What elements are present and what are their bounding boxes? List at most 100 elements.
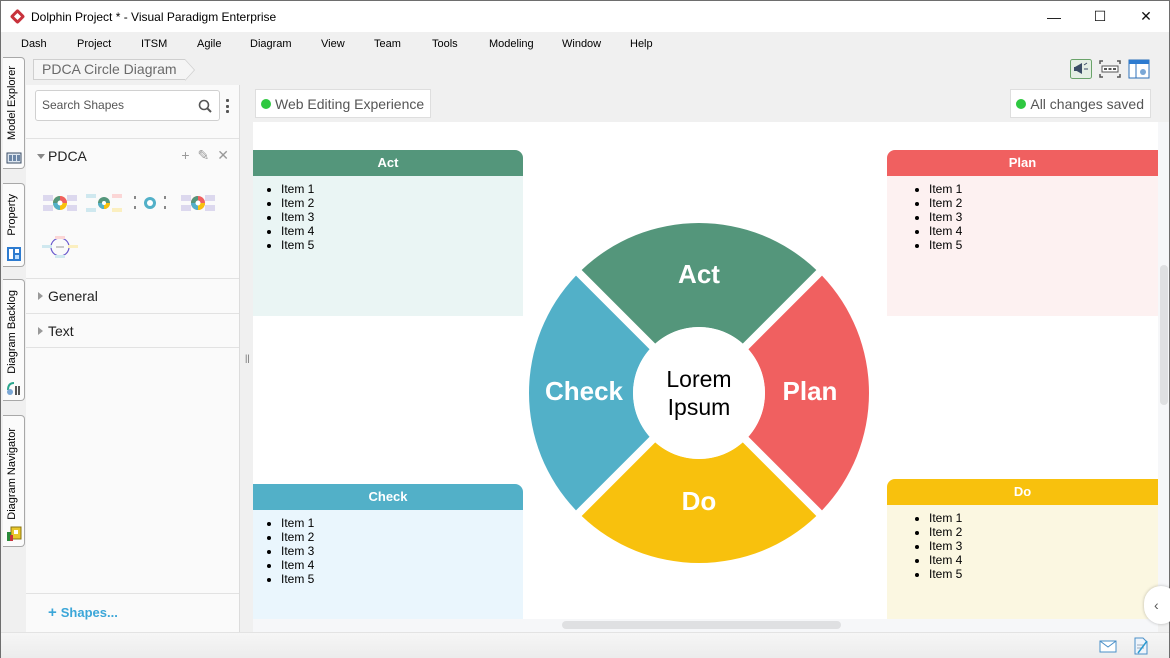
list-item: Item 2 <box>281 196 523 210</box>
collapse-panel-button[interactable]: ‹ <box>1144 586 1170 624</box>
mail-icon[interactable] <box>1099 637 1117 655</box>
center-text-line-1: Lorem <box>666 366 731 392</box>
segment-label-do: Do <box>682 486 717 516</box>
web-editing-label: Web Editing Experience <box>275 95 425 112</box>
chevron-left-icon: ‹ <box>1154 597 1159 613</box>
tab-model-explorer[interactable]: Model Explorer <box>3 57 25 169</box>
panel-splitter[interactable]: || <box>241 85 253 632</box>
layout-panel-icon[interactable] <box>1128 59 1150 79</box>
status-dot-icon <box>261 98 271 109</box>
breadcrumb-diagram-name: PDCA Circle Diagram <box>42 61 177 77</box>
canvas-header: Web Editing Experience All changes saved <box>253 85 1158 122</box>
center-text-line-2: Ipsum <box>668 394 731 420</box>
model-explorer-icon <box>6 152 22 164</box>
horizontal-scroll-thumb[interactable] <box>562 621 841 629</box>
card-act[interactable]: Act Item 1 Item 2 Item 3 Item 4 Item 5 <box>253 150 523 316</box>
search-shapes-input[interactable] <box>42 98 192 112</box>
category-general[interactable]: General <box>26 278 239 313</box>
category-text[interactable]: Text <box>26 313 239 348</box>
category-title[interactable]: Text <box>48 323 74 339</box>
menu-project[interactable]: Project <box>77 38 111 50</box>
vertical-scrollbar[interactable] <box>1158 122 1169 619</box>
card-body: Item 1 Item 2 Item 3 Item 4 Item 5 <box>887 176 1158 316</box>
menu-modeling[interactable]: Modeling <box>489 38 534 50</box>
more-options-icon[interactable] <box>224 99 230 113</box>
list-item: Item 4 <box>281 558 523 572</box>
list-item: Item 4 <box>281 224 523 238</box>
list-item: Item 1 <box>929 182 1158 196</box>
pdca-circle[interactable]: Act Plan Do Check Lorem Ipsum <box>523 218 887 566</box>
tab-diagram-backlog[interactable]: Diagram Backlog <box>3 279 25 401</box>
category-pdca: PDCA + ✎ ✕ <box>26 138 239 278</box>
maximize-button[interactable]: ☐ <box>1077 1 1123 32</box>
tab-diagram-navigator[interactable]: Diagram Navigator <box>3 415 25 547</box>
add-shapes-label: Shapes... <box>60 605 118 620</box>
save-status-badge: All changes saved <box>1010 89 1151 118</box>
menu-diagram[interactable]: Diagram <box>250 38 292 50</box>
announcement-icon[interactable] <box>1070 59 1092 79</box>
tab-label: Model Explorer <box>6 66 18 140</box>
menu-bar: Dash Project ITSM Agile Diagram View Tea… <box>1 32 1169 57</box>
close-button[interactable]: ✕ <box>1123 1 1169 32</box>
document-edit-icon[interactable] <box>1132 637 1150 655</box>
diagram-navigator-icon <box>7 526 22 541</box>
visual-paradigm-logo-icon <box>9 8 26 24</box>
pdca-shape-thumbnail[interactable] <box>42 235 78 259</box>
menu-view[interactable]: View <box>321 38 345 50</box>
add-icon[interactable]: + <box>181 147 189 164</box>
card-check[interactable]: Check Item 1 Item 2 Item 3 Item 4 Item 5 <box>253 484 523 619</box>
menu-agile[interactable]: Agile <box>197 38 221 50</box>
expand-caret-icon[interactable] <box>38 292 43 300</box>
list-item: Item 1 <box>929 511 1158 525</box>
card-body: Item 1 Item 2 Item 3 Item 4 Item 5 <box>253 510 523 619</box>
list-item: Item 1 <box>281 182 523 196</box>
divider <box>26 593 239 594</box>
tab-property[interactable]: Property <box>3 183 25 267</box>
menu-help[interactable]: Help <box>630 38 653 50</box>
pdca-shape-thumbnail[interactable] <box>132 191 168 215</box>
card-header: Act <box>253 150 523 176</box>
app-window: Dolphin Project * - Visual Paradigm Ente… <box>0 0 1170 658</box>
category-title[interactable]: PDCA <box>48 148 87 164</box>
list-item: Item 4 <box>929 553 1158 567</box>
window-title: Dolphin Project * - Visual Paradigm Ente… <box>31 9 277 24</box>
fit-diagram-icon[interactable] <box>1099 59 1121 79</box>
diagram-canvas[interactable]: Act Item 1 Item 2 Item 3 Item 4 Item 5 P… <box>253 122 1158 619</box>
list-item: Item 5 <box>929 238 1158 252</box>
edit-icon[interactable]: ✎ <box>198 147 210 164</box>
vertical-scroll-thumb[interactable] <box>1160 265 1168 405</box>
pdca-shape-thumbnail[interactable] <box>42 191 78 215</box>
tab-label: Diagram Backlog <box>6 290 18 374</box>
expand-caret-icon[interactable] <box>38 327 43 335</box>
pdca-shape-thumbnail[interactable] <box>180 191 216 215</box>
minimize-button[interactable]: — <box>1031 1 1077 32</box>
splitter-grip-icon: || <box>245 353 250 363</box>
collapse-caret-icon[interactable] <box>37 154 45 159</box>
pdca-shape-thumbnail[interactable] <box>86 191 122 215</box>
tab-label: Diagram Navigator <box>6 428 18 520</box>
menu-dash[interactable]: Dash <box>21 38 47 50</box>
status-dot-icon <box>1016 98 1027 109</box>
breadcrumb[interactable]: PDCA Circle Diagram <box>33 59 195 81</box>
side-tab-strip: Model Explorer Property Diagram Backlog … <box>1 57 26 632</box>
card-header: Plan <box>887 150 1158 176</box>
add-shapes-button[interactable]: + Shapes... <box>48 604 118 621</box>
title-bar: Dolphin Project * - Visual Paradigm Ente… <box>1 1 1169 32</box>
save-status-label: All changes saved <box>1030 95 1144 112</box>
list-item: Item 3 <box>929 210 1158 224</box>
card-header: Do <box>887 479 1158 505</box>
search-shapes-box <box>35 90 220 121</box>
menu-window[interactable]: Window <box>562 38 601 50</box>
web-editing-badge[interactable]: Web Editing Experience <box>255 89 432 118</box>
category-title[interactable]: General <box>48 288 98 304</box>
menu-itsm[interactable]: ITSM <box>141 38 167 50</box>
menu-tools[interactable]: Tools <box>432 38 458 50</box>
card-plan[interactable]: Plan Item 1 Item 2 Item 3 Item 4 Item 5 <box>887 150 1158 316</box>
menu-team[interactable]: Team <box>374 38 401 50</box>
search-icon[interactable] <box>198 99 212 113</box>
card-body: Item 1 Item 2 Item 3 Item 4 Item 5 <box>887 505 1158 619</box>
card-do[interactable]: Do Item 1 Item 2 Item 3 Item 4 Item 5 <box>887 479 1158 619</box>
center-circle <box>633 327 765 459</box>
remove-icon[interactable]: ✕ <box>217 147 229 164</box>
horizontal-scrollbar[interactable] <box>253 619 1158 632</box>
